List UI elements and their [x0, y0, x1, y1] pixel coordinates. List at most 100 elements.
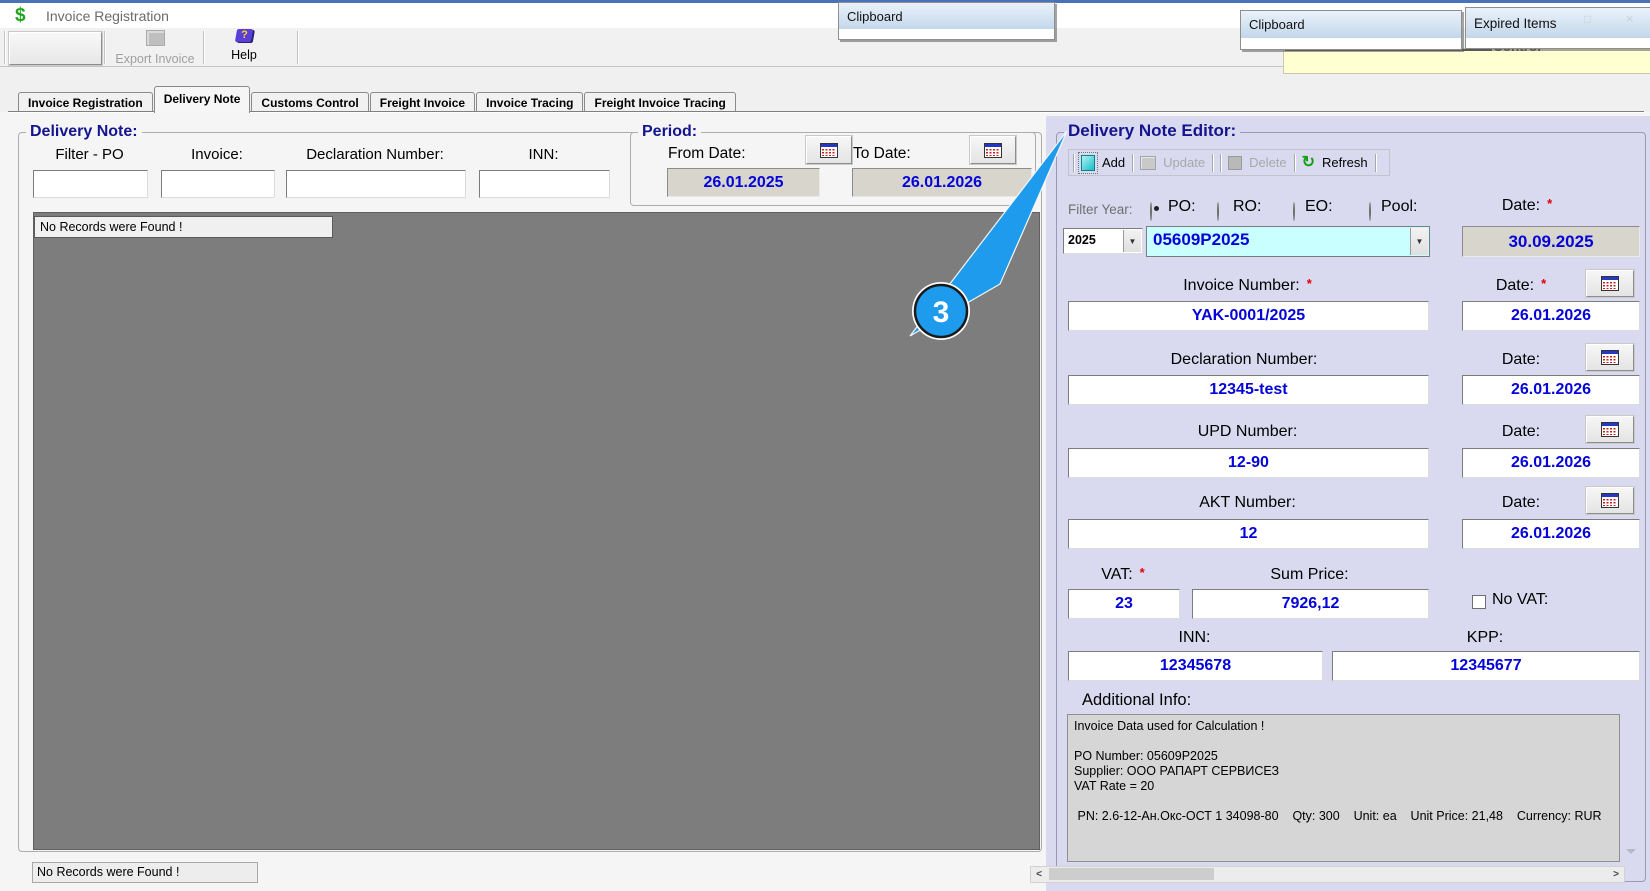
delivery-note-group-title: Delivery Note: — [26, 123, 142, 141]
upd-number-label: UPD Number: — [1197, 423, 1298, 440]
sum-price-input[interactable]: 7926,12 — [1192, 589, 1429, 619]
update-button[interactable]: Update — [1163, 155, 1205, 170]
radio-ro[interactable] — [1217, 202, 1219, 221]
tab-invoice-tracing[interactable]: Invoice Tracing — [476, 92, 584, 113]
akt-date-input[interactable]: 26.01.2026 — [1462, 519, 1640, 549]
tab-customs-control[interactable]: Customs Control — [251, 92, 369, 113]
declaration-date-input[interactable]: 26.01.2026 — [1462, 375, 1640, 405]
dropdown-arrow-icon[interactable]: ▼ — [1123, 230, 1141, 252]
dropdown-arrow-icon[interactable]: ▼ — [1410, 228, 1428, 255]
additional-info-label: Additional Info: — [1082, 691, 1192, 709]
maximize-icon[interactable]: □ — [1584, 12, 1591, 26]
from-date-value[interactable]: 26.01.2025 — [667, 168, 820, 197]
invoice-filter-input[interactable] — [161, 170, 275, 198]
declaration-filter-input[interactable] — [286, 170, 466, 198]
toolbar-separator — [104, 31, 105, 64]
scroll-down-icon[interactable] — [1626, 849, 1636, 854]
po-date-label: Date: * — [1501, 196, 1553, 214]
po-combobox[interactable]: 05609P2025 ▼ — [1146, 226, 1430, 257]
to-date-calendar-button[interactable] — [970, 136, 1016, 164]
declaration-number-input[interactable]: 12345-test — [1068, 375, 1429, 405]
tab-freight-invoice-tracing[interactable]: Freight Invoice Tracing — [584, 92, 736, 113]
scrollbar-thumb[interactable] — [1049, 868, 1214, 880]
radio-eo-label[interactable]: EO: — [1305, 198, 1333, 216]
toolbar-separator — [1073, 153, 1074, 172]
dollar-app-icon: $ — [15, 5, 26, 26]
invoice-date-input[interactable]: 26.01.2026 — [1462, 301, 1640, 331]
clipboard-popup-title[interactable]: Clipboard — [839, 3, 1054, 29]
declaration-filter-label: Declaration Number: — [306, 146, 444, 163]
expired-items-popup: Expired Items – □ × — [1465, 7, 1650, 49]
po-combobox-value: 05609P2025 — [1153, 230, 1250, 249]
export-invoice-button[interactable]: Export Invoice — [108, 30, 202, 66]
export-invoice-label: Export Invoice — [115, 52, 195, 66]
vat-input[interactable]: 23 — [1068, 589, 1180, 619]
clipboard-popup-2-title[interactable]: Clipboard — [1241, 11, 1461, 38]
invoice-number-input[interactable]: YAK-0001/2025 — [1068, 301, 1429, 331]
kpp-input[interactable]: 12345677 — [1332, 651, 1640, 681]
from-date-calendar-button[interactable] — [806, 136, 852, 164]
additional-info-textarea[interactable]: Invoice Data used for Calculation ! PO N… — [1067, 714, 1620, 862]
tab-freight-invoice[interactable]: Freight Invoice — [369, 92, 476, 113]
akt-number-input[interactable]: 12 — [1068, 519, 1429, 549]
toolbar-separator — [4, 31, 5, 64]
tab-underline — [8, 111, 1644, 112]
editor-toolbar: Add Update Delete ↻ Refresh — [1068, 149, 1390, 176]
minimize-icon[interactable]: – — [1541, 12, 1548, 27]
delete-button[interactable]: Delete — [1249, 155, 1287, 170]
scroll-right-icon[interactable]: > — [1608, 869, 1624, 880]
radio-po-label[interactable]: PO: — [1168, 198, 1196, 216]
scroll-left-icon[interactable]: < — [1031, 869, 1047, 880]
no-vat-checkbox[interactable] — [1472, 595, 1486, 609]
radio-pool[interactable] — [1369, 202, 1371, 221]
calendar-icon — [1601, 276, 1619, 291]
to-date-label: To Date: — [853, 145, 911, 162]
upd-date-input[interactable]: 26.01.2026 — [1462, 448, 1640, 478]
akt-date-calendar-button[interactable] — [1586, 487, 1634, 514]
export-invoice-icon — [145, 30, 165, 46]
sum-price-label: Sum Price: — [1270, 566, 1349, 583]
calendar-icon — [820, 142, 838, 158]
close-icon[interactable]: × — [1626, 11, 1634, 26]
editor-group-title: Delivery Note Editor: — [1064, 121, 1241, 141]
toolbar-separator — [203, 31, 204, 64]
year-select[interactable]: 2025 ▼ — [1063, 228, 1143, 254]
radio-ro-label[interactable]: RO: — [1233, 198, 1261, 216]
tab-strip: Invoice Registration Delivery Note Custo… — [18, 86, 737, 113]
inn-filter-input[interactable] — [479, 170, 610, 198]
refresh-icon: ↻ — [1301, 153, 1316, 171]
radio-eo[interactable] — [1293, 202, 1295, 221]
vat-label: VAT: * — [1101, 565, 1145, 583]
horizontal-scrollbar[interactable]: < > — [1030, 866, 1625, 883]
upd-number-input[interactable]: 12-90 — [1068, 448, 1429, 478]
from-date-label: From Date: — [668, 145, 746, 162]
add-button[interactable]: Add — [1102, 155, 1125, 170]
clipboard-popup: Clipboard — [838, 2, 1055, 40]
tab-invoice-registration[interactable]: Invoice Registration — [18, 92, 153, 113]
kpp-label: KPP: — [1466, 629, 1504, 646]
blank-toolbar-button[interactable] — [9, 32, 102, 65]
invoice-date-calendar-button[interactable] — [1586, 270, 1634, 297]
refresh-button[interactable]: Refresh — [1322, 155, 1368, 170]
expired-items-title[interactable]: Expired Items — [1466, 8, 1650, 38]
results-grid-area[interactable] — [33, 212, 1040, 850]
invoice-filter-label: Invoice: — [191, 146, 243, 163]
upd-date-calendar-button[interactable] — [1586, 416, 1634, 443]
help-book-icon: ? — [234, 29, 254, 42]
upd-date-label: Date: — [1501, 423, 1541, 440]
add-icon — [1078, 151, 1098, 174]
calendar-icon — [984, 142, 1002, 158]
help-button[interactable]: ? Help — [210, 29, 278, 65]
calendar-icon — [1601, 350, 1619, 365]
delete-icon — [1228, 155, 1243, 170]
help-label: Help — [231, 48, 257, 62]
radio-pool-label[interactable]: Pool: — [1381, 198, 1417, 216]
filter-po-input[interactable] — [33, 170, 148, 198]
radio-po[interactable] — [1150, 202, 1152, 221]
to-date-value[interactable]: 26.01.2026 — [852, 168, 1032, 197]
akt-date-label: Date: — [1501, 494, 1541, 511]
declaration-date-calendar-button[interactable] — [1586, 344, 1634, 371]
inn-input[interactable]: 12345678 — [1068, 651, 1323, 681]
toolbar-separator — [1212, 153, 1214, 172]
tab-delivery-note[interactable]: Delivery Note — [153, 86, 251, 113]
